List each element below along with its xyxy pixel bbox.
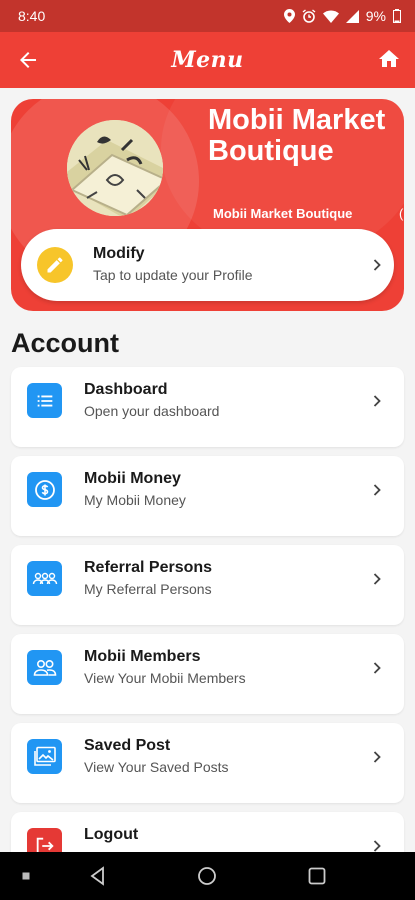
- chevron-right-icon: [373, 662, 381, 674]
- chevron-right-icon: [373, 484, 381, 496]
- menu-item-referral-persons[interactable]: Referral Persons My Referral Persons: [11, 545, 404, 625]
- nav-recents-icon[interactable]: [308, 867, 326, 885]
- menu-item-title: Logout: [84, 826, 139, 843]
- store-subtitle: Mobii Market Boutique: [213, 206, 353, 221]
- chevron-right-icon: [373, 395, 381, 407]
- avatar-image: [67, 120, 163, 216]
- profile-card: Mobii Market Boutique Mobii Market Bouti…: [11, 99, 404, 311]
- menu-item-title: Referral Persons: [84, 559, 213, 576]
- modify-title: Modify: [93, 245, 145, 262]
- app-bar: Menu: [0, 32, 415, 88]
- store-name: Mobii Market Boutique: [208, 104, 386, 167]
- location-icon: [283, 9, 295, 23]
- modify-profile-button[interactable]: Modify Tap to update your Profile: [21, 229, 394, 301]
- menu-item-title: Dashboard: [84, 381, 168, 398]
- list-icon: [27, 383, 62, 418]
- menu-item-mobii-members[interactable]: Mobii Members View Your Mobii Members: [11, 634, 404, 714]
- menu-item-subtitle: View Your Saved Posts: [84, 759, 229, 775]
- menu-item-saved-post[interactable]: Saved Post View Your Saved Posts: [11, 723, 404, 803]
- group-icon: [27, 561, 62, 596]
- menu-item-mobii-money[interactable]: Mobii Money My Mobii Money: [11, 456, 404, 536]
- menu-item-subtitle: Open your dashboard: [84, 403, 220, 419]
- status-bar: 8:40 9%: [0, 0, 415, 32]
- menu-item-title: Saved Post: [84, 737, 171, 754]
- page-title: Menu: [171, 47, 244, 73]
- menu-item-title: Mobii Money: [84, 470, 181, 487]
- status-time: 8:40: [18, 8, 46, 24]
- image-icon: [27, 739, 62, 774]
- chevron-right-icon: [373, 751, 381, 763]
- nav-back-icon[interactable]: [88, 866, 108, 886]
- menu-item-subtitle: View Your Mobii Members: [84, 670, 246, 686]
- nav-home-icon[interactable]: [197, 866, 217, 886]
- menu-item-subtitle: My Mobii Money: [84, 492, 186, 508]
- nav-dot-icon: [22, 872, 30, 880]
- system-navigation-bar: [0, 852, 415, 900]
- chevron-right-icon: [373, 259, 381, 271]
- pencil-icon: [37, 247, 73, 283]
- account-menu-list: Dashboard Open your dashboard Mobii Mone…: [11, 367, 404, 900]
- back-arrow-icon[interactable]: [16, 48, 40, 72]
- battery-percent: 9%: [365, 8, 386, 24]
- status-icons: 9%: [283, 8, 401, 24]
- signal-icon: [345, 9, 359, 23]
- members-icon: [27, 650, 62, 685]
- menu-item-subtitle: My Referral Persons: [84, 581, 212, 597]
- menu-item-dashboard[interactable]: Dashboard Open your dashboard: [11, 367, 404, 447]
- alarm-icon: [302, 9, 316, 23]
- section-title-account: Account: [11, 328, 119, 358]
- chevron-right-icon: [373, 573, 381, 585]
- battery-icon: [393, 9, 401, 23]
- menu-item-title: Mobii Members: [84, 648, 201, 665]
- wifi-icon: [322, 10, 339, 23]
- home-icon[interactable]: [377, 47, 401, 71]
- store-subtitle-overflow: (: [399, 206, 404, 221]
- dollar-coin-icon: [27, 472, 62, 507]
- profile-avatar[interactable]: [67, 120, 163, 216]
- modify-subtitle: Tap to update your Profile: [93, 267, 253, 283]
